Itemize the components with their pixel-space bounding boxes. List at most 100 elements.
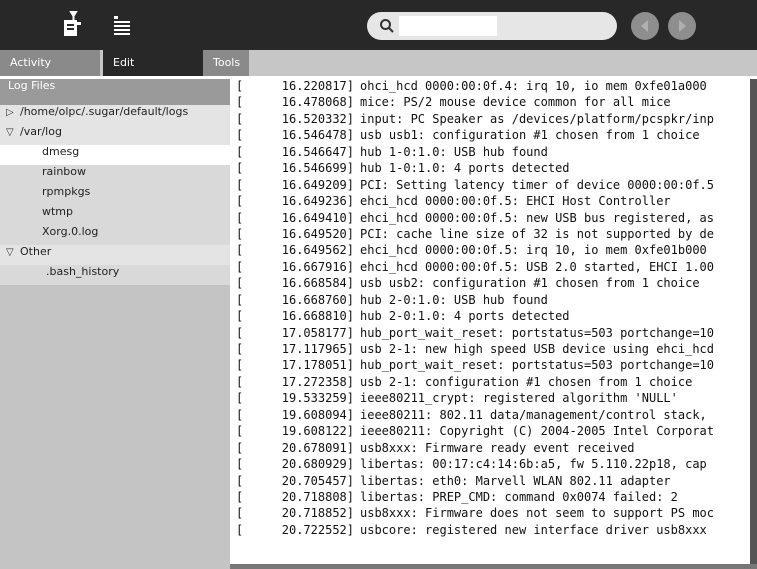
tree-folder-sugar-logs[interactable]: ▷/home/olpc/.sugar/default/logs	[0, 105, 230, 125]
tree-file-xorg-log[interactable]: Xorg.0.log	[0, 225, 230, 245]
log-line: [16.478068] mice: PS/2 mouse device commo…	[236, 95, 748, 111]
log-line: [20.678091] usb8xxx: Firmware ready event…	[236, 441, 748, 457]
log-bracket: [	[236, 506, 244, 521]
log-bracket: [	[236, 276, 244, 291]
log-timestamp: 16.520332]	[281, 111, 354, 126]
log-message: ehci_hcd 0000:00:0f.5: EHCI Host Control…	[360, 194, 671, 209]
log-message: ehci_hcd 0000:00:0f.5: USB 2.0 started, …	[360, 259, 715, 274]
log-bracket: [	[236, 407, 244, 422]
search-icon	[379, 18, 395, 34]
log-message: usbcore: registered new interface driver…	[360, 522, 707, 537]
log-message: ieee80211: Copyright (C) 2004-2005 Intel…	[360, 424, 715, 439]
log-timestamp: 16.649236]	[281, 194, 354, 209]
log-timestamp: 16.668810]	[281, 309, 354, 324]
log-activity-icon[interactable]	[58, 10, 88, 40]
tree-label: Other	[20, 245, 52, 258]
log-timestamp: 16.668760]	[281, 292, 354, 307]
expand-arrow-icon[interactable]: ▷	[6, 107, 20, 118]
tree-file-rainbow[interactable]: rainbow	[0, 165, 230, 185]
log-message: libertas: PREP_CMD: command 0x0074 faile…	[360, 489, 678, 504]
collapse-arrow-icon[interactable]: ▽	[6, 247, 20, 258]
tab-tools[interactable]: Tools	[203, 50, 249, 76]
log-bracket: [	[236, 522, 244, 537]
list-icon[interactable]	[108, 10, 138, 40]
search-input[interactable]	[399, 16, 497, 36]
tab-strip: Activity Edit Tools	[0, 50, 757, 76]
log-message: hub 1-0:1.0: USB hub found	[360, 144, 548, 159]
log-message: hub_port_wait_reset: portstatus=503 port…	[360, 358, 715, 373]
search-box[interactable]	[367, 12, 617, 40]
log-message: hub 1-0:1.0: 4 ports detected	[360, 161, 570, 176]
log-line: [17.058177] hub_port_wait_reset: portstat…	[236, 326, 748, 342]
log-line: [20.718852] usb8xxx: Firmware does not se…	[236, 506, 748, 522]
log-message: hub_port_wait_reset: portstatus=503 port…	[360, 325, 715, 340]
log-line: [16.649209] PCI: Setting latency timer of…	[236, 178, 748, 194]
log-line: [17.178051] hub_port_wait_reset: portstat…	[236, 358, 748, 374]
log-message: usb usb2: configuration #1 chosen from 1…	[360, 276, 700, 291]
log-timestamp: 19.608122]	[281, 424, 354, 439]
tab-activity[interactable]: Activity	[0, 50, 100, 76]
log-timestamp: 20.678091]	[281, 440, 354, 455]
tree-label: /home/olpc/.sugar/default/logs	[20, 105, 189, 118]
log-bracket: [	[236, 79, 244, 93]
log-scrollbar[interactable]	[750, 79, 757, 564]
log-line: [16.649562] ehci_hcd 0000:00:0f.5: irq 10…	[236, 243, 748, 259]
log-message: ehci_hcd 0000:00:0f.5: irq 10, io mem 0x…	[360, 243, 707, 258]
log-viewer[interactable]: [16.220817] ohci_hcd 0000:00:0f.4: irq 10…	[236, 79, 748, 564]
log-bracket: [	[236, 128, 244, 143]
log-files-sidebar: Log Files ▷/home/olpc/.sugar/default/log…	[0, 79, 230, 569]
log-timestamp: 16.546478]	[281, 128, 354, 143]
log-timestamp: 20.718808]	[281, 489, 354, 504]
log-bracket: [	[236, 473, 244, 488]
forward-arrow-icon	[679, 20, 686, 32]
log-bracket: [	[236, 259, 244, 274]
log-message: hub 2-0:1.0: 4 ports detected	[360, 309, 570, 324]
log-timestamp: 20.718852]	[281, 506, 354, 521]
log-line: [19.533259] ieee80211_crypt: registered a…	[236, 391, 748, 407]
log-bracket: [	[236, 144, 244, 159]
log-bracket: [	[236, 243, 244, 258]
log-line: [20.718808] libertas: PREP_CMD: command 0…	[236, 490, 748, 506]
log-line: [16.668760] hub 2-0:1.0: USB hub found	[236, 293, 748, 309]
tree-folder-other[interactable]: ▽ Other	[0, 245, 230, 265]
log-message: hub 2-0:1.0: USB hub found	[360, 292, 548, 307]
log-bracket: [	[236, 309, 244, 324]
log-message: usb usb1: configuration #1 chosen from 1…	[360, 128, 700, 143]
sidebar-header: Log Files	[0, 79, 230, 105]
toolbar	[0, 0, 757, 50]
log-bracket: [	[236, 457, 244, 472]
tree-file-wtmp[interactable]: wtmp	[0, 205, 230, 225]
back-button[interactable]	[631, 12, 659, 40]
log-timestamp: 17.178051]	[281, 358, 354, 373]
log-line: [20.680929] libertas: 00:17:c4:14:6b:a5, …	[236, 457, 748, 473]
forward-button[interactable]	[668, 12, 696, 40]
log-bracket: [	[236, 95, 244, 110]
collapse-arrow-icon[interactable]: ▽	[6, 127, 20, 138]
log-bracket: [	[236, 358, 244, 373]
tab-edit[interactable]: Edit	[103, 50, 203, 76]
log-bracket: [	[236, 440, 244, 455]
log-timestamp: 20.705457]	[281, 473, 354, 488]
log-line: [16.520332] input: PC Speaker as /devices…	[236, 112, 748, 128]
tree-folder-var-log[interactable]: ▽/var/log	[0, 125, 230, 145]
tree-file-rpmpkgs[interactable]: rpmpkgs	[0, 185, 230, 205]
log-bracket: [	[236, 489, 244, 504]
log-message: usb 2-1: new high speed USB device using…	[360, 342, 715, 356]
log-message: ieee80211: 802.11 data/management/contro…	[360, 407, 707, 422]
log-timestamp: 16.649209]	[281, 177, 354, 192]
log-line: [20.705457] libertas: eth0: Marvell WLAN …	[236, 474, 748, 490]
log-line: [16.546699] hub 1-0:1.0: 4 ports detected	[236, 161, 748, 177]
tree-file-dmesg[interactable]: dmesg	[0, 145, 230, 165]
horizontal-scrollbar[interactable]	[230, 564, 757, 569]
back-arrow-icon	[641, 20, 648, 32]
log-line: [16.668810] hub 2-0:1.0: 4 ports detected	[236, 309, 748, 325]
log-timestamp: 17.058177]	[281, 325, 354, 340]
log-line: [16.649410] ehci_hcd 0000:00:0f.5: new US…	[236, 211, 748, 227]
tree-file-bash-history[interactable]: .bash_history	[0, 265, 230, 285]
log-timestamp: 17.272358]	[281, 374, 354, 389]
log-message: PCI: Setting latency timer of device 000…	[360, 177, 715, 192]
log-line: [16.546478] usb usb1: configuration #1 ch…	[236, 128, 748, 144]
log-line: [16.546647] hub 1-0:1.0: USB hub found	[236, 145, 748, 161]
log-timestamp: 16.478068]	[281, 95, 354, 110]
log-timestamp: 16.649520]	[281, 226, 354, 241]
